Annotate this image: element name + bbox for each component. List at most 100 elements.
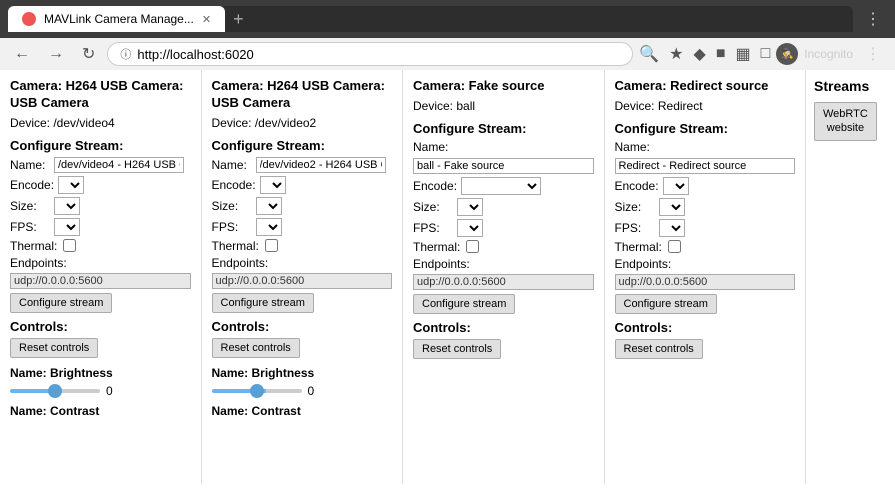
camera-3-fps-select[interactable] xyxy=(457,219,483,237)
camera-2-device: Device: /dev/video2 xyxy=(212,116,393,130)
webrtc-button[interactable]: WebRTC website xyxy=(814,102,877,141)
browser-menu-button[interactable]: ⋮ xyxy=(859,9,887,29)
camera-1-size-select[interactable] xyxy=(54,197,80,215)
camera-4-reset-button[interactable]: Reset controls xyxy=(615,339,703,359)
camera-2-endpoints-input[interactable] xyxy=(212,273,393,289)
camera-2-contrast-label: Name: Contrast xyxy=(212,404,393,418)
puzzle-icon[interactable]: ▦ xyxy=(736,44,751,64)
camera-4-fps-select[interactable] xyxy=(659,219,685,237)
camera-2-reset-button[interactable]: Reset controls xyxy=(212,338,300,358)
browser-chrome: MAVLink Camera Manage... ✕ + ⋮ ← → ↻ ⓘ h… xyxy=(0,0,895,70)
camera-1-controls-label: Controls: xyxy=(10,319,191,334)
camera-2-fps-label: FPS: xyxy=(212,220,252,234)
camera-2-endpoints-label: Endpoints: xyxy=(212,256,393,270)
camera-1-encode-select[interactable] xyxy=(58,176,84,194)
new-tab-button[interactable]: + xyxy=(225,9,252,30)
camera-1-contrast-label: Name: Contrast xyxy=(10,404,191,418)
camera-1-thermal-checkbox[interactable] xyxy=(63,239,76,252)
camera-2-brightness-slider[interactable] xyxy=(212,389,302,393)
extension-icon[interactable]: ◆ xyxy=(694,44,706,64)
camera-3-thermal-row: Thermal: xyxy=(413,240,594,254)
camera-4-encode-label: Encode: xyxy=(615,179,659,193)
camera-2-thermal-row: Thermal: xyxy=(212,239,393,253)
camera-2-configure-label: Configure Stream: xyxy=(212,138,393,153)
camera-3-name-label: Name: xyxy=(413,140,453,154)
camera-2-name-input[interactable] xyxy=(256,157,386,173)
search-icon[interactable]: 🔍 xyxy=(639,44,659,64)
active-tab[interactable]: MAVLink Camera Manage... ✕ xyxy=(8,6,225,32)
camera-2-brightness-value: 0 xyxy=(308,384,315,398)
address-bar[interactable]: ⓘ http://localhost:6020 xyxy=(107,42,633,66)
camera-4-encode-row: Encode: xyxy=(615,177,796,195)
streams-title: Streams xyxy=(814,78,869,94)
camera-1-fps-select[interactable] xyxy=(54,218,80,236)
camera-3-title: Camera: Fake source xyxy=(413,78,594,95)
camera-3-name-row: Name: xyxy=(413,140,594,154)
window-icon[interactable]: □ xyxy=(761,45,771,63)
camera-1-name-row: Name: xyxy=(10,157,191,173)
tab-close-button[interactable]: ✕ xyxy=(202,13,211,26)
camera-3-size-label: Size: xyxy=(413,200,453,214)
camera-1-brightness-value: 0 xyxy=(106,384,113,398)
camera-4-name-input[interactable] xyxy=(615,158,796,174)
camera-2-size-row: Size: xyxy=(212,197,393,215)
camera-1-name-label: Name: xyxy=(10,158,50,172)
camera-3-encode-select[interactable] xyxy=(461,177,541,195)
back-button[interactable]: ← xyxy=(8,43,36,65)
camera-1-fps-label: FPS: xyxy=(10,220,50,234)
incognito-area: 🕵 Incognito xyxy=(776,43,853,65)
camera-2-size-select[interactable] xyxy=(256,197,282,215)
camera-2-encode-select[interactable] xyxy=(260,176,286,194)
nav-bar: ← → ↻ ⓘ http://localhost:6020 🔍 ★ ◆ ■ ▦ … xyxy=(0,38,895,70)
camera-2-thermal-label: Thermal: xyxy=(212,239,259,253)
forward-button[interactable]: → xyxy=(42,43,70,65)
camera-1-configure-button[interactable]: Configure stream xyxy=(10,293,112,313)
camera-1-name-input[interactable] xyxy=(54,157,184,173)
camera-3-thermal-checkbox[interactable] xyxy=(466,240,479,253)
camera-4-thermal-checkbox[interactable] xyxy=(668,240,681,253)
camera-2-brightness-slider-row: 0 xyxy=(212,384,393,398)
camera-1-device: Device: /dev/video4 xyxy=(10,116,191,130)
camera-2-title: Camera: H264 USB Camera: USB Camera xyxy=(212,78,393,112)
camera-2-thermal-checkbox[interactable] xyxy=(265,239,278,252)
camera-3-fps-label: FPS: xyxy=(413,221,453,235)
camera-1-encode-label: Encode: xyxy=(10,178,54,192)
camera-4-title: Camera: Redirect source xyxy=(615,78,796,95)
camera-3-reset-button[interactable]: Reset controls xyxy=(413,339,501,359)
camera-3-thermal-label: Thermal: xyxy=(413,240,460,254)
camera-2-configure-button[interactable]: Configure stream xyxy=(212,293,314,313)
nav-icons: 🔍 ★ ◆ ■ ▦ □ xyxy=(639,44,770,64)
camera-4-name-row: Name: xyxy=(615,140,796,154)
camera-1-size-row: Size: xyxy=(10,197,191,215)
camera-2-size-label: Size: xyxy=(212,199,252,213)
camera-1-endpoints-input[interactable] xyxy=(10,273,191,289)
camera-3-endpoints-input[interactable] xyxy=(413,274,594,290)
reload-button[interactable]: ↻ xyxy=(76,42,101,66)
camera-3-configure-button[interactable]: Configure stream xyxy=(413,294,515,314)
camera-1-thermal-row: Thermal: xyxy=(10,239,191,253)
extension2-icon[interactable]: ■ xyxy=(716,45,726,63)
lock-icon: ⓘ xyxy=(120,46,131,62)
camera-4-endpoints-input[interactable] xyxy=(615,274,796,290)
camera-3-size-select[interactable] xyxy=(457,198,483,216)
webrtc-line2: website xyxy=(827,122,864,134)
title-bar: MAVLink Camera Manage... ✕ + ⋮ xyxy=(0,0,895,38)
camera-2-controls-label: Controls: xyxy=(212,319,393,334)
camera-3-name-input[interactable] xyxy=(413,158,594,174)
camera-4-size-select[interactable] xyxy=(659,198,685,216)
camera-1-brightness-slider-row: 0 xyxy=(10,384,191,398)
incognito-label: Incognito xyxy=(804,47,853,61)
camera-3-endpoints-label: Endpoints: xyxy=(413,257,594,271)
camera-2-encode-label: Encode: xyxy=(212,178,256,192)
camera-section-1: Camera: H264 USB Camera: USB Camera Devi… xyxy=(0,70,202,484)
camera-4-configure-button[interactable]: Configure stream xyxy=(615,294,717,314)
camera-4-encode-select[interactable] xyxy=(663,177,689,195)
camera-1-brightness-slider[interactable] xyxy=(10,389,100,393)
camera-2-fps-row: FPS: xyxy=(212,218,393,236)
camera-2-brightness-label: Name: Brightness xyxy=(212,366,393,380)
bookmark-icon[interactable]: ★ xyxy=(669,44,683,64)
camera-2-fps-select[interactable] xyxy=(256,218,282,236)
browser-options-button[interactable]: ⋮ xyxy=(859,44,887,64)
camera-1-reset-button[interactable]: Reset controls xyxy=(10,338,98,358)
camera-4-size-label: Size: xyxy=(615,200,655,214)
